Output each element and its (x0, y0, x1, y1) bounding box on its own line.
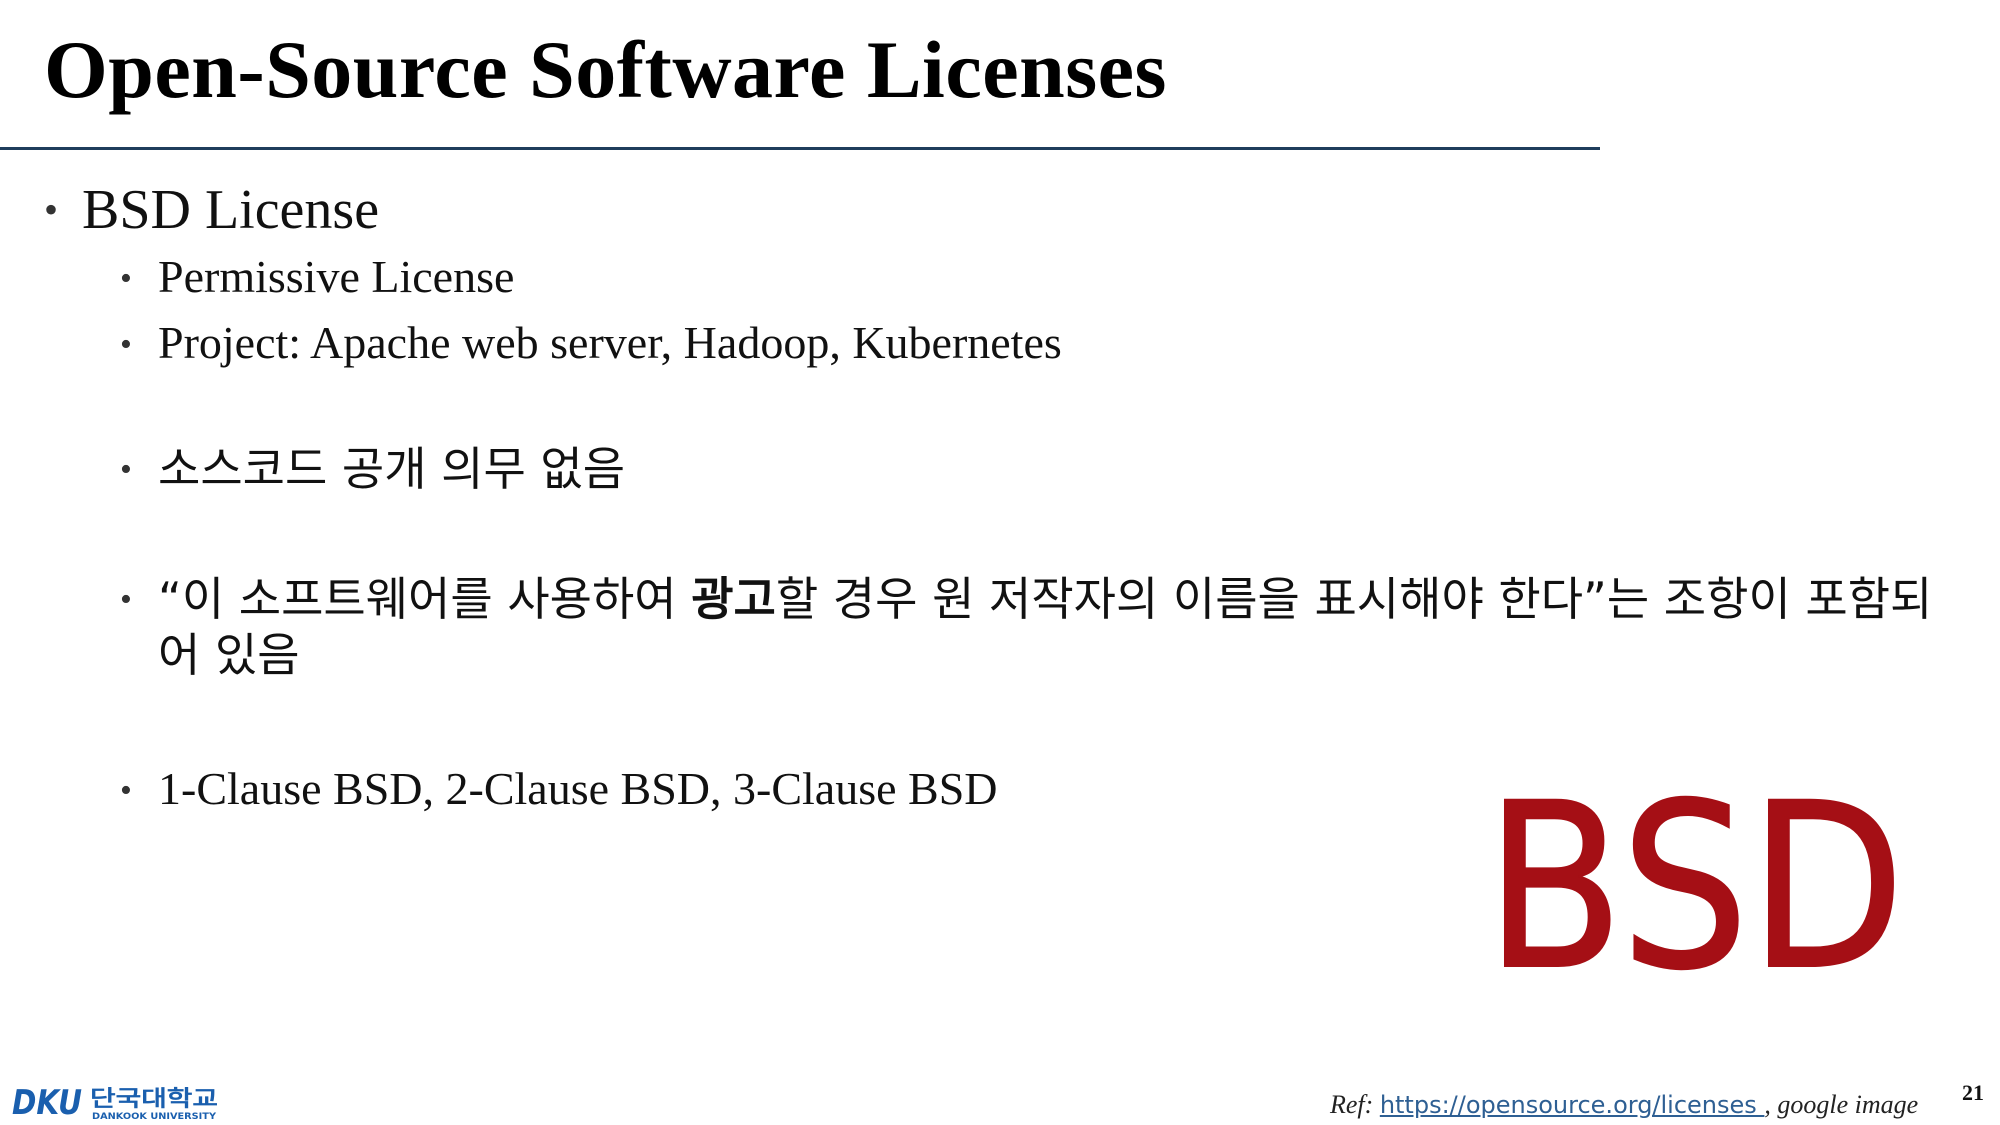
logo-korean: 단국대학교 (90, 1087, 218, 1112)
slide: Open-Source Software Licenses • BSD Lice… (0, 0, 2000, 1125)
bullet-no-disclosure: • 소스코드 공개 의무 없음 (120, 441, 625, 499)
logo-mark: DKU (12, 1083, 82, 1122)
bullet-dot: • (120, 260, 132, 297)
bullet-permissive: • Permissive License (120, 250, 514, 308)
bullet-text: 소스코드 공개 의무 없음 (158, 442, 626, 496)
bullet-dot: • (120, 581, 132, 618)
bullet-clause-variants: • 1-Clause BSD, 2-Clause BSD, 3-Clause B… (120, 762, 998, 820)
bullet-projects: • Project: Apache web server, Hadoop, Ku… (120, 316, 1062, 374)
bullet-bsd-license: • BSD License (44, 177, 379, 243)
bullet-text: “이 소프트웨어를 사용하여 광고할 경우 원 저작자의 이름을 표시해야 한다… (158, 571, 1968, 683)
clause-text-bold: 광고 (691, 572, 776, 626)
bullet-dot: • (120, 326, 132, 363)
bsd-logo-text: BSD (1485, 780, 1905, 1000)
bullet-dot: • (44, 187, 59, 232)
bullet-text: Project: Apache web server, Hadoop, Kube… (158, 317, 1062, 368)
title-divider (0, 147, 1600, 150)
ref-link[interactable]: https://opensource.org/licenses (1380, 1091, 1765, 1119)
bsd-logo: BSD (1484, 780, 1906, 1000)
dankook-university-logo: DKU 단국대학교 DANKOOK UNIVERSITY (12, 1083, 218, 1122)
ref-suffix: google image (1777, 1090, 1919, 1119)
slide-title: Open-Source Software Licenses (44, 24, 1167, 115)
bullet-text: BSD License (82, 179, 380, 241)
clause-text-pre: “이 소프트웨어를 사용하여 (158, 572, 692, 626)
bullet-text: 1-Clause BSD, 2-Clause BSD, 3-Clause BSD (158, 763, 998, 814)
bullet-dot: • (120, 772, 132, 809)
logo-english: DANKOOK UNIVERSITY (92, 1112, 217, 1122)
ref-label: Ref: (1330, 1090, 1374, 1119)
bullet-advertising-clause: • “이 소프트웨어를 사용하여 광고할 경우 원 저작자의 이름을 표시해야 … (120, 571, 1968, 683)
bullet-dot: • (120, 451, 132, 488)
reference-note: Ref: https://opensource.org/licenses , g… (1330, 1090, 1918, 1120)
ref-separator: , (1764, 1090, 1771, 1119)
page-number: 21 (1962, 1080, 1984, 1105)
bullet-text: Permissive License (158, 251, 515, 302)
